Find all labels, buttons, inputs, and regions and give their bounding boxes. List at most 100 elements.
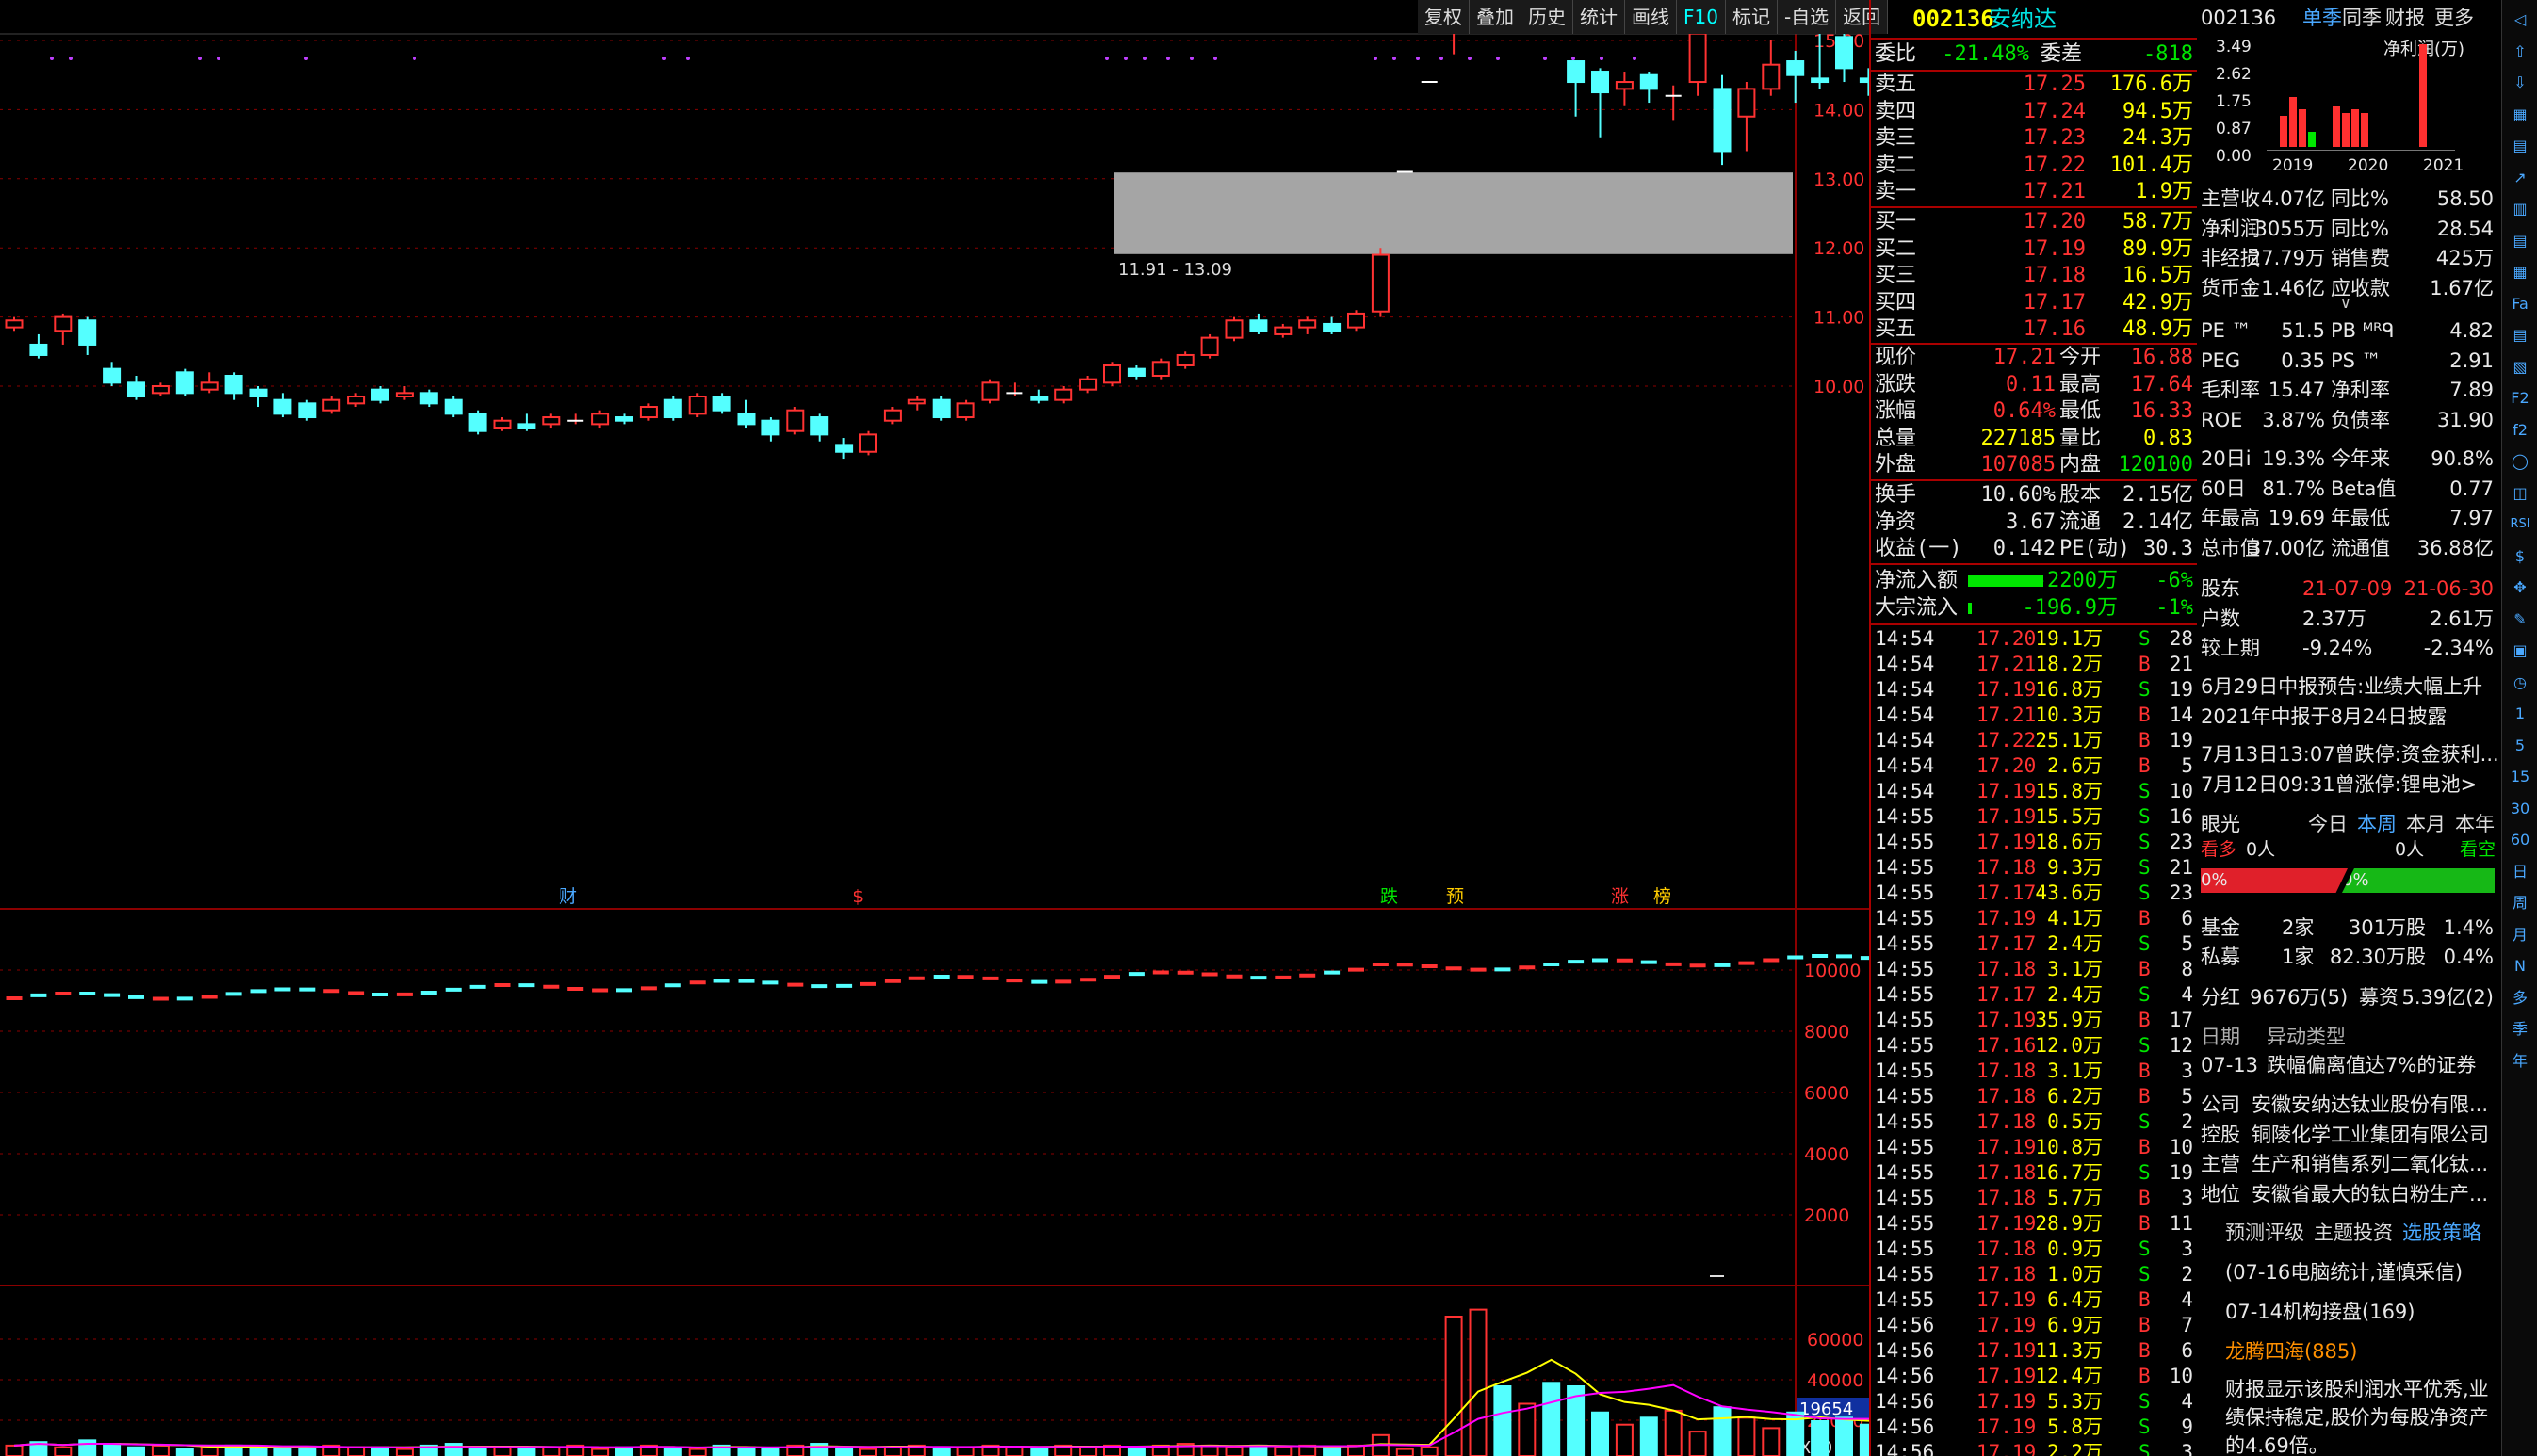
sidebar-tool-icon[interactable]: ◯	[2506, 447, 2534, 476]
volume-bar	[371, 1446, 389, 1456]
vote-tab[interactable]: 今日	[2308, 810, 2348, 838]
news-item[interactable]: 7月12日09:31曾涨停:锂电池>	[2199, 770, 2499, 799]
sidebar-tool-icon[interactable]: ◁	[2506, 6, 2534, 34]
sidebar-tool-icon[interactable]: ◷	[2506, 669, 2534, 697]
event-marker[interactable]: 预	[1446, 886, 1464, 907]
sell-level-row[interactable]: 卖三 17.23 24.3万	[1871, 125, 2197, 152]
sidebar-tool-icon[interactable]: ◫	[2506, 479, 2534, 508]
sidebar-tool-icon[interactable]: ▣	[2506, 637, 2534, 665]
sidebar-tool-icon[interactable]: $	[2506, 542, 2534, 571]
event-marker[interactable]: 跌	[1380, 886, 1398, 907]
sidebar-tool-icon[interactable]: 月	[2506, 921, 2534, 949]
side-tab[interactable]: 财报	[2385, 4, 2425, 32]
sidebar-tool-icon[interactable]: ▧	[2506, 353, 2534, 381]
sidebar-tool-icon[interactable]: ⇧	[2506, 38, 2534, 66]
sidebar-tool-icon[interactable]: 日	[2506, 858, 2534, 886]
news-item[interactable]: 2021年中报于8月24日披露	[2199, 703, 2499, 731]
side-tab[interactable]: 单季	[2302, 4, 2342, 32]
sidebar-tool-icon[interactable]: ▦	[2506, 101, 2534, 129]
sidebar-tool-icon[interactable]: N	[2506, 952, 2534, 980]
sidebar-tool-icon[interactable]: ▤	[2506, 227, 2534, 255]
tick-price: 17.18	[1976, 1110, 2037, 1133]
val-row: ROE 3.87% 负债率 31.90	[2199, 406, 2499, 434]
candle-body	[200, 381, 219, 391]
buy-level-row[interactable]: 买一 17.20 58.7万	[1871, 209, 2197, 235]
buy-level-row[interactable]: 买四 17.17 42.9万	[1871, 290, 2197, 316]
vote-tab[interactable]: 本月	[2406, 810, 2446, 838]
toolbar-button-3[interactable]: 统计	[1573, 0, 1625, 34]
toolbar-button-5[interactable]: F10	[1677, 0, 1726, 34]
vote-tab[interactable]: 本周	[2357, 810, 2397, 838]
tick-count: 6	[2181, 907, 2193, 930]
note-item[interactable]: 07-14机构接盘(169)	[2199, 1298, 2499, 1326]
sidebar-tool-icon[interactable]: 多	[2506, 984, 2534, 1012]
sidebar-tool-icon[interactable]: 30	[2506, 795, 2534, 823]
sidebar-tool-icon[interactable]: 5	[2506, 732, 2534, 760]
sidebar-tool-icon[interactable]: ▤	[2506, 321, 2534, 349]
holder-row: 户数 2.37万 2.61万	[2199, 605, 2499, 633]
sell-level-row[interactable]: 卖五 17.25 176.6万	[1871, 72, 2197, 98]
toolbar-button-1[interactable]: 叠加	[1470, 0, 1521, 34]
side-tab[interactable]: 同季	[2342, 4, 2382, 32]
kline-chart[interactable]: 18.0017.0016.0015.0014.0013.0012.0011.00…	[0, 0, 1869, 1456]
volume-bar	[663, 1446, 682, 1456]
event-row[interactable]: 07-13 跌幅偏离值达7%的证券	[2199, 1051, 2499, 1079]
sell-level-row[interactable]: 卖四 17.24 94.5万	[1871, 99, 2197, 125]
buy-level-row[interactable]: 买五 17.16 48.9万	[1871, 316, 2197, 343]
sidebar-tool-icon[interactable]: ✥	[2506, 574, 2534, 602]
sidebar-tool-icon[interactable]: 周	[2506, 889, 2534, 917]
candle-body	[127, 381, 145, 398]
vote-bear-count: 0人	[2395, 839, 2425, 860]
event-marker[interactable]: $	[853, 886, 864, 907]
indicator-axis-label: 8000	[1804, 1022, 1849, 1043]
bottom-tab[interactable]: 选股策略	[2402, 1219, 2481, 1247]
sidebar-tool-icon[interactable]: ▦	[2506, 258, 2534, 286]
sidebar-tool-icon[interactable]: F2	[2506, 384, 2534, 413]
tick-row: 14:54 17.19 16.8万 S 19	[1871, 677, 2197, 703]
bottom-tab[interactable]: 预测评级	[2225, 1219, 2304, 1247]
volume-ma10-line	[13, 1383, 1869, 1448]
buy-level-row[interactable]: 买三 17.18 16.5万	[1871, 263, 2197, 289]
bottom-tab[interactable]: 主题投资	[2314, 1219, 2393, 1247]
sidebar-tool-icon[interactable]: RSI	[2506, 510, 2534, 539]
sidebar-tool-icon[interactable]: ↗	[2506, 164, 2534, 192]
sidebar-tool-icon[interactable]: 1	[2506, 700, 2534, 728]
sidebar-tool-icon[interactable]: 60	[2506, 826, 2534, 854]
sell-level-row[interactable]: 卖一 17.21 1.9万	[1871, 179, 2197, 205]
news-item[interactable]: 7月13日13:07曾跌停:资金获利...	[2199, 740, 2499, 768]
event-marker[interactable]: 榜	[1653, 886, 1671, 907]
news-item[interactable]: 6月29日中报预告:业绩大幅上升	[2199, 672, 2499, 701]
stat2-row: 收益(一) 0.142 PE(动) 30.3	[1871, 536, 2197, 562]
toolbar-button-7[interactable]: -自选	[1778, 0, 1837, 34]
side-tab[interactable]: 更多	[2434, 4, 2474, 32]
note-item[interactable]: 龙腾四海(885)	[2199, 1337, 2499, 1366]
candle-body	[1200, 336, 1219, 356]
sidebar-tool-icon[interactable]: f2	[2506, 416, 2534, 445]
sidebar-tool-icon[interactable]: 年	[2506, 1047, 2534, 1076]
sidebar-tool-icon[interactable]: 季	[2506, 1015, 2534, 1043]
toolbar-button-4[interactable]: 画线	[1625, 0, 1677, 34]
toolbar-button-2[interactable]: 历史	[1521, 0, 1573, 34]
vote-bar[interactable]: 0% 0%	[2201, 868, 2495, 893]
event-marker[interactable]: 财	[559, 886, 577, 907]
chevron-down-icon[interactable]: ∨	[2340, 294, 2351, 312]
tick-time: 14:55	[1875, 805, 1935, 828]
sell-level-row[interactable]: 卖二 17.22 101.4万	[1871, 153, 2197, 179]
toolbar-button-6[interactable]: 标记	[1726, 0, 1778, 34]
volume-bar	[1811, 1420, 1830, 1456]
event-marker[interactable]: 涨	[1611, 886, 1629, 907]
sidebar-tool-icon[interactable]: ▥	[2506, 195, 2534, 223]
sidebar-tool-icon[interactable]: ✎	[2506, 606, 2534, 634]
tick-side: S	[2139, 678, 2151, 701]
volume-bar	[103, 1443, 122, 1456]
sidebar-tool-icon[interactable]: ▤	[2506, 132, 2534, 160]
tick-volume: 16.7万	[2035, 1161, 2103, 1184]
sidebar-tool-icon[interactable]: Fa	[2506, 290, 2534, 318]
sidebar-tool-icon[interactable]: ⇩	[2506, 69, 2534, 97]
chart-area[interactable]: 18.0017.0016.0015.0014.0013.0012.0011.00…	[0, 0, 1889, 1456]
vote-tab[interactable]: 本年	[2455, 810, 2495, 838]
toolbar-button-0[interactable]: 复权	[1418, 0, 1470, 34]
sidebar-tool-icon[interactable]: 15	[2506, 763, 2534, 791]
note-item[interactable]: (07-16电脑统计,谨慎采信)	[2199, 1258, 2499, 1286]
buy-level-row[interactable]: 买二 17.19 89.9万	[1871, 236, 2197, 263]
